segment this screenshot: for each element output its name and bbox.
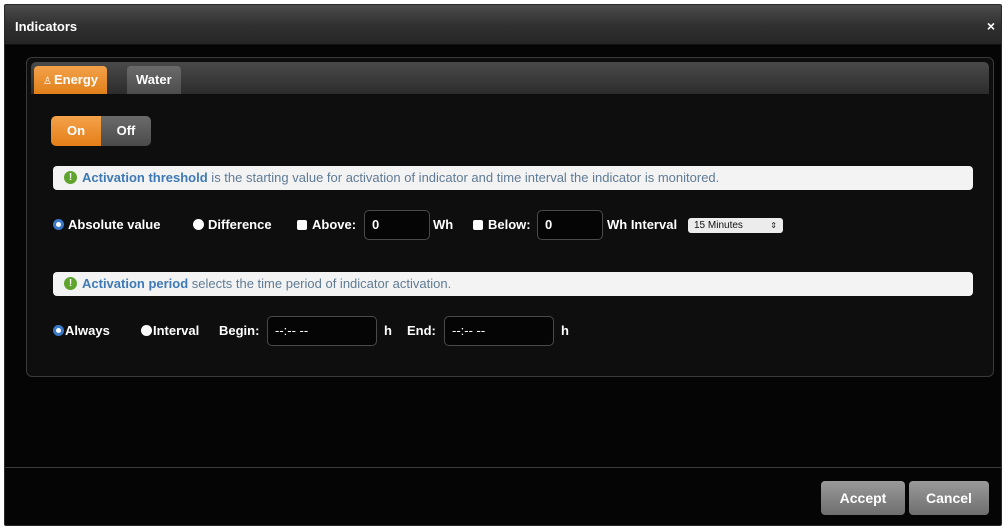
threshold-info-text: is the starting value for activation of …	[207, 170, 720, 185]
info-icon: !	[64, 171, 77, 184]
checkbox-icon	[473, 220, 483, 230]
indicators-dialog: Indicators × ♙ Energy Water On Off ! Acti…	[4, 4, 1002, 526]
below-checkbox[interactable]: Below:	[473, 210, 531, 240]
tab-bar: ♙ Energy Water	[31, 62, 989, 94]
cancel-button[interactable]: Cancel	[909, 481, 989, 515]
radio-selected-icon	[53, 325, 64, 336]
always-radio[interactable]: Always	[53, 316, 110, 346]
tab-energy-label: Energy	[53, 72, 99, 87]
above-input[interactable]: 0	[364, 210, 430, 240]
above-unit: Wh	[433, 217, 454, 232]
always-label: Always	[65, 323, 110, 338]
tab-water[interactable]: Water	[127, 66, 181, 94]
below-label: Below:	[488, 217, 531, 232]
radio-selected-icon	[53, 219, 64, 230]
info-icon: !	[64, 277, 77, 290]
checkbox-icon	[297, 220, 307, 230]
close-icon[interactable]: ×	[987, 19, 995, 33]
end-unit: h	[561, 323, 569, 338]
below-unit: Wh Interval	[607, 217, 678, 232]
on-button[interactable]: On	[51, 116, 101, 146]
period-info-text: selects the time period of indicator act…	[188, 276, 452, 291]
dialog-title: Indicators	[15, 19, 78, 34]
footer-divider	[5, 467, 1001, 468]
above-label: Above:	[312, 217, 357, 232]
end-label: End:	[407, 323, 436, 338]
interval-select-value: 15 Minutes	[694, 220, 743, 231]
accept-button[interactable]: Accept	[821, 481, 905, 515]
below-input[interactable]: 0	[537, 210, 603, 240]
absolute-value-radio[interactable]: Absolute value	[53, 210, 160, 240]
radio-icon	[141, 325, 152, 336]
interval-label: Interval	[153, 323, 200, 338]
tab-water-label: Water	[136, 72, 172, 87]
above-checkbox[interactable]: Above:	[297, 210, 356, 240]
threshold-info: ! Activation threshold is the starting v…	[53, 166, 973, 190]
dialog-titlebar: Indicators ×	[5, 5, 1001, 45]
begin-label: Begin:	[219, 323, 260, 338]
period-info: ! Activation period selects the time per…	[53, 272, 973, 296]
on-off-toggle: On Off	[51, 116, 159, 146]
period-info-title: Activation period	[82, 276, 189, 291]
absolute-value-label: Absolute value	[68, 217, 161, 232]
interval-radio[interactable]: Interval	[141, 316, 199, 346]
off-button[interactable]: Off	[101, 116, 151, 146]
threshold-info-title: Activation threshold	[82, 170, 208, 185]
end-time-input[interactable]: --:-- --	[444, 316, 554, 346]
tab-energy[interactable]: ♙ Energy	[34, 66, 108, 94]
begin-unit: h	[384, 323, 392, 338]
interval-select[interactable]: 15 Minutes ⇕	[688, 218, 783, 233]
radio-icon	[193, 219, 204, 230]
indicator-panel: ♙ Energy Water On Off ! Activation thresh…	[26, 57, 994, 377]
select-arrows-icon: ⇕	[770, 221, 777, 230]
user-icon: ♙	[43, 76, 52, 87]
begin-time-input[interactable]: --:-- --	[267, 316, 377, 346]
difference-radio[interactable]: Difference	[193, 210, 272, 240]
difference-label: Difference	[208, 217, 272, 232]
